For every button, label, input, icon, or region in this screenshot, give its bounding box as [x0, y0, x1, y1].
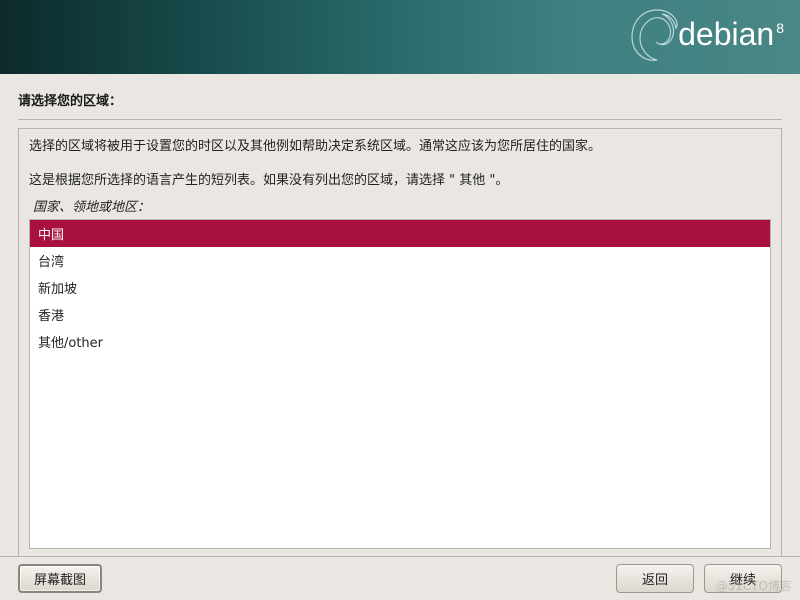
back-button[interactable]: 返回	[616, 564, 694, 593]
region-option[interactable]: 香港	[30, 301, 770, 328]
description-line-2: 这是根据您所选择的语言产生的短列表。如果没有列出您的区域，请选择 " 其他 "。	[29, 171, 771, 191]
description-line-1: 选择的区域将被用于设置您的时区以及其他例如帮助决定系统区域。通常这应该为您所居住…	[29, 137, 771, 157]
continue-button[interactable]: 继续	[704, 564, 782, 593]
region-option[interactable]: 新加坡	[30, 274, 770, 301]
page-title: 请选择您的区域：	[18, 84, 782, 120]
brand-version: 8	[776, 20, 784, 36]
region-option[interactable]: 其他/other	[30, 328, 770, 355]
region-option[interactable]: 台湾	[30, 247, 770, 274]
region-option[interactable]: 中国	[30, 220, 770, 247]
region-list[interactable]: 中国台湾新加坡香港其他/other	[29, 219, 771, 549]
description-panel: 选择的区域将被用于设置您的时区以及其他例如帮助决定系统区域。通常这应该为您所居住…	[18, 128, 782, 560]
installer-content: 请选择您的区域： 选择的区域将被用于设置您的时区以及其他例如帮助决定系统区域。通…	[0, 74, 800, 560]
button-bar: 屏幕截图 返回 继续	[0, 556, 800, 600]
header-banner: debian8	[0, 0, 800, 74]
debian-logo: debian8	[678, 16, 782, 53]
list-prompt: 国家、领地或地区：	[33, 196, 771, 215]
screenshot-button[interactable]: 屏幕截图	[18, 564, 102, 593]
brand-text: debian	[678, 16, 774, 52]
